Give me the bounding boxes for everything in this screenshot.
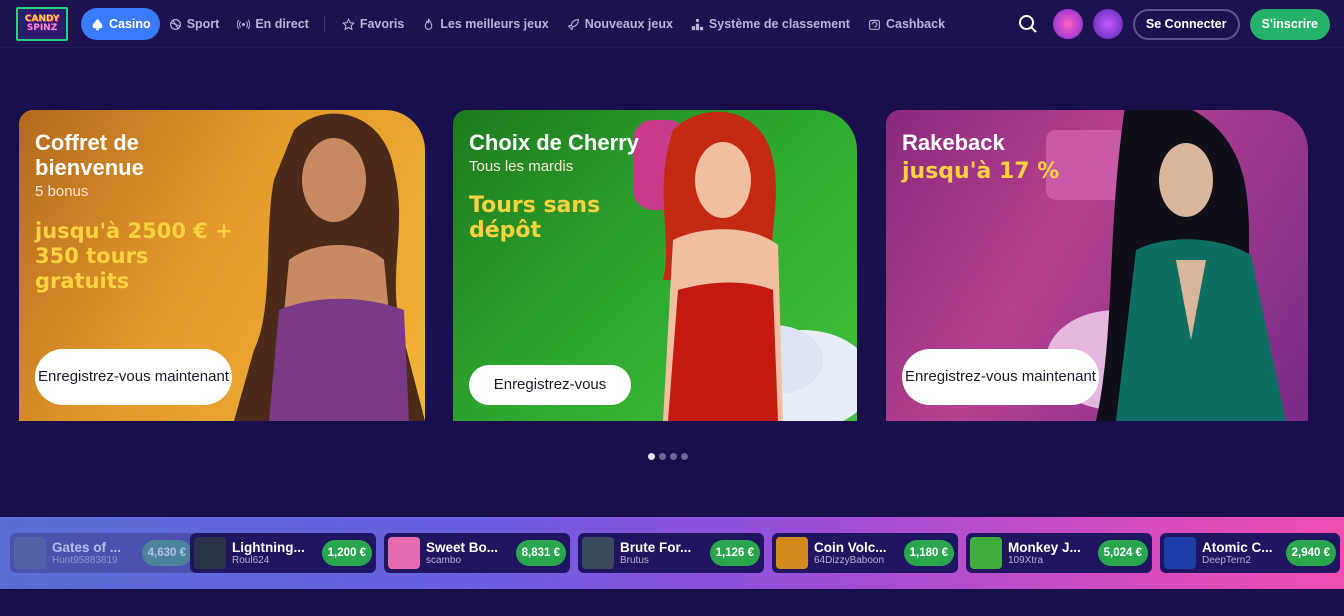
game-thumbnail: [14, 537, 46, 569]
search-button[interactable]: [1013, 9, 1043, 39]
player-name: scambo: [426, 555, 462, 566]
game-thumbnail: [776, 537, 808, 569]
carousel-dot[interactable]: [670, 453, 677, 460]
register-button[interactable]: Enregistrez-vous maintenant: [902, 349, 1099, 405]
player-name: DeepTern2: [1202, 555, 1251, 566]
banner-offer: jusqu'à 17 %: [902, 159, 1060, 184]
podium-icon: [691, 18, 704, 30]
game-thumbnail: [388, 537, 420, 569]
carousel-dot[interactable]: [681, 453, 688, 460]
banner-subtitle: Tous les mardis: [469, 158, 574, 175]
model-image: [633, 111, 857, 421]
win-card[interactable]: Monkey J... 109Xtra 5,024 €: [966, 533, 1152, 573]
banner-subtitle: 5 bonus: [35, 183, 89, 200]
win-card[interactable]: Lightning... Roul624 1,200 €: [190, 533, 376, 573]
banner-offer: Tours sans dépôt: [469, 193, 601, 243]
carousel-pagination: [648, 453, 688, 460]
win-amount: 5,024 €: [1097, 540, 1148, 566]
game-title: Gates of ...: [52, 540, 122, 555]
banner-title: Coffret de bienvenue: [35, 130, 144, 180]
nav-item-cashback[interactable]: Cashback: [859, 8, 954, 40]
win-amount: 1,200 €: [321, 540, 372, 566]
player-name: Roul624: [232, 555, 270, 566]
game-title: Atomic C...: [1202, 540, 1273, 555]
nav-item-ranking[interactable]: Système de classement: [682, 8, 859, 40]
nav-item-sport[interactable]: Sport: [160, 8, 229, 40]
nav-actions: Se Connecter S'inscrire: [1013, 8, 1330, 40]
player-name: Hunt95883819: [52, 555, 118, 566]
win-card[interactable]: Coin Volc... 64DizzyBaboon 1,180 €: [772, 533, 958, 573]
register-button[interactable]: Enregistrez-vous: [469, 365, 631, 405]
player-name: 64DizzyBaboon: [814, 555, 885, 566]
carousel-dot[interactable]: [648, 453, 655, 460]
star-icon: [341, 17, 355, 30]
rocket-icon: [567, 18, 579, 30]
top-navbar: CANDY SPINZ Casino Sport En direct Favor…: [0, 0, 1344, 48]
win-amount: 8,831 €: [515, 540, 566, 566]
banner-title: Choix de Cherry: [469, 130, 639, 155]
win-card[interactable]: Brute For... Brutus 1,126 €: [578, 533, 764, 573]
nav-menu: Casino Sport En direct Favoris Les meill…: [81, 8, 954, 40]
promo-banner-cherry[interactable]: Choix de Cherry Tous les mardis Tours sa…: [453, 110, 857, 421]
game-title: Lightning...: [232, 540, 305, 555]
win-amount: 2,940 €: [1285, 540, 1336, 566]
banner-title: Rakeback: [902, 130, 1005, 155]
win-amount: 4,630 €: [141, 540, 192, 566]
game-thumbnail: [970, 537, 1002, 569]
register-button[interactable]: Enregistrez-vous maintenant: [35, 349, 232, 405]
game-title: Monkey J...: [1008, 540, 1081, 555]
broadcast-icon: [237, 19, 251, 29]
nav-divider: [323, 16, 325, 32]
promo-banner-rakeback[interactable]: Rakeback jusqu'à 17 % Enregistrez-vous m…: [886, 110, 1308, 421]
promo-banner-welcome[interactable]: Coffret de bienvenue 5 bonus jusqu'à 250…: [19, 110, 425, 421]
win-amount: 1,180 €: [903, 540, 954, 566]
recent-wins-ticker: Gates of ... Hunt95883819 4,630 € Lightn…: [0, 517, 1344, 589]
game-thumbnail: [582, 537, 614, 569]
win-card[interactable]: Sweet Bo... scambo 8,831 €: [384, 533, 570, 573]
candy-logo[interactable]: CANDY SPINZ: [16, 7, 68, 41]
game-thumbnail: [194, 537, 226, 569]
page-bottom: [0, 589, 1344, 616]
nav-item-favorites[interactable]: Favoris: [333, 8, 413, 40]
carousel-dot[interactable]: [659, 453, 666, 460]
signup-button[interactable]: S'inscrire: [1249, 8, 1330, 40]
nav-item-new-games[interactable]: Nouveaux jeux: [558, 8, 682, 40]
ball-icon: [169, 18, 181, 30]
win-card[interactable]: Gates of ... Hunt95883819 4,630 €: [10, 533, 196, 573]
game-thumbnail: [1164, 537, 1196, 569]
model-image: [234, 113, 425, 421]
gift-icon[interactable]: [1052, 9, 1083, 39]
nav-item-top-games[interactable]: Les meilleurs jeux: [413, 8, 557, 40]
win-amount: 1,126 €: [709, 540, 760, 566]
win-card[interactable]: Atomic C... DeepTern2 2,940 €: [1160, 533, 1340, 573]
megaphone-icon[interactable]: [1092, 9, 1123, 39]
banner-offer: jusqu'à 2500 € + 350 tours gratuits: [35, 219, 233, 293]
login-button[interactable]: Se Connecter: [1132, 8, 1240, 40]
game-title: Coin Volc...: [814, 540, 887, 555]
flame-icon: [425, 18, 433, 30]
game-title: Sweet Bo...: [426, 540, 499, 555]
player-name: Brutus: [620, 555, 649, 566]
nav-item-casino[interactable]: Casino: [81, 8, 160, 40]
player-name: 109Xtra: [1008, 555, 1044, 566]
nav-item-live[interactable]: En direct: [228, 8, 318, 40]
game-title: Brute For...: [620, 540, 692, 555]
search-icon: [1018, 15, 1037, 33]
spade-icon: [92, 18, 103, 30]
cashback-icon: [869, 19, 880, 30]
